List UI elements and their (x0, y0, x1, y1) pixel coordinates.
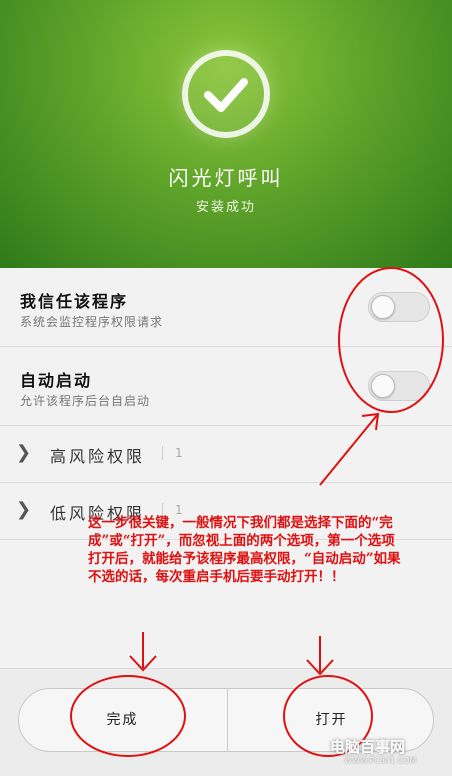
chevron-right-icon: ❯ (16, 442, 32, 463)
toggle-knob (371, 374, 395, 398)
checkmark-icon (204, 78, 248, 112)
permission-count: 1 (162, 446, 183, 460)
watermark-url: WWW.PC841.COM (344, 756, 417, 765)
setting-subtitle: 允许该程序后台自启动 (20, 394, 151, 408)
setting-title: 我信任该程序 (20, 292, 129, 311)
install-status: 安装成功 (195, 200, 256, 215)
setting-title: 自动启动 (20, 371, 93, 390)
chevron-right-icon: ❯ (16, 499, 32, 520)
tutorial-annotation: 这一步很关键，一般情况下我们都是选择下面的“完成”或“打开”，而忽视上面的两个选… (88, 515, 401, 585)
install-success-icon (182, 50, 270, 138)
toggle-knob (371, 295, 395, 319)
setting-auto-start[interactable]: 自动启动 允许该程序后台自启动 (0, 347, 452, 426)
setting-subtitle: 系统会监控程序权限请求 (20, 315, 164, 329)
app-name: 闪光灯呼叫 (168, 166, 284, 190)
permission-label: 高风险权限 (50, 447, 146, 466)
trust-app-toggle[interactable] (368, 292, 430, 322)
done-button[interactable]: 完成 (19, 689, 226, 751)
app-header: 闪光灯呼叫 安装成功 (0, 0, 452, 268)
high-risk-permissions-row[interactable]: ❯ 高风险权限 1 (0, 426, 452, 483)
setting-trust-app[interactable]: 我信任该程序 系统会监控程序权限请求 (0, 268, 452, 347)
auto-start-toggle[interactable] (368, 371, 430, 401)
watermark-logo: 电脑百事网 (330, 738, 406, 756)
